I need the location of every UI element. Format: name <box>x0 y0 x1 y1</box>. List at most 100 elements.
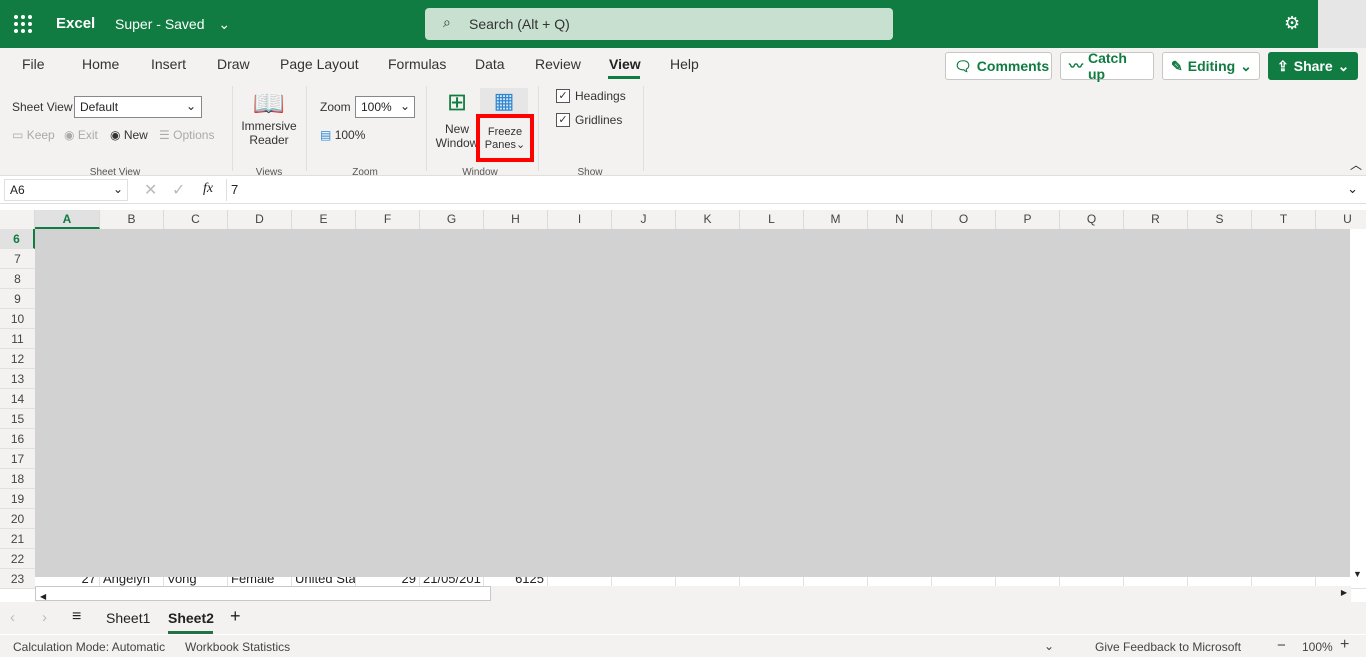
row-header-22[interactable]: 22 <box>0 549 35 569</box>
next-sheet-icon[interactable]: › <box>42 609 47 626</box>
freeze-panes-button[interactable]: Freeze Panes⌄ <box>476 114 534 162</box>
tab-data[interactable]: Data <box>475 56 505 72</box>
row-header-9[interactable]: 9 <box>0 289 35 309</box>
tab-file[interactable]: File <box>22 56 45 72</box>
row-header-8[interactable]: 8 <box>0 269 35 289</box>
row-header-14[interactable]: 14 <box>0 389 35 409</box>
column-header-A[interactable]: A <box>35 210 100 229</box>
zoom-in-icon[interactable]: + <box>1340 636 1349 654</box>
column-header-T[interactable]: T <box>1252 210 1316 229</box>
row-header-18[interactable]: 18 <box>0 469 35 489</box>
zoom-select[interactable]: 100% ⌄ <box>355 96 415 118</box>
formula-input[interactable]: 7 ⌄ <box>226 179 1364 201</box>
workbook-statistics[interactable]: Workbook Statistics <box>185 640 290 654</box>
zoom-out-icon[interactable]: − <box>1277 637 1286 654</box>
tab-formulas[interactable]: Formulas <box>388 56 446 72</box>
prev-sheet-icon[interactable]: ‹ <box>10 609 15 626</box>
vertical-scrollbar[interactable]: ▼ <box>1350 229 1366 586</box>
column-header-J[interactable]: J <box>612 210 676 229</box>
app-launcher-icon[interactable] <box>14 15 32 33</box>
tab-draw[interactable]: Draw <box>217 56 250 72</box>
search-input[interactable]: ⌕ Search (Alt + Q) <box>425 8 893 40</box>
app-name[interactable]: Excel <box>56 15 95 32</box>
doc-title[interactable]: Super - Saved ⌄ <box>115 16 230 33</box>
tab-view[interactable]: View <box>609 56 641 72</box>
column-header-O[interactable]: O <box>932 210 996 229</box>
row-header-13[interactable]: 13 <box>0 369 35 389</box>
tab-home[interactable]: Home <box>82 56 119 72</box>
column-header-B[interactable]: B <box>100 210 164 229</box>
chevron-down-icon[interactable]: ⌄ <box>1044 639 1054 653</box>
row-header-17[interactable]: 17 <box>0 449 35 469</box>
options-button[interactable]: ☰ Options <box>159 128 214 142</box>
exit-button[interactable]: ◉ Exit <box>64 128 98 142</box>
scroll-left-icon[interactable]: ◀ <box>36 592 46 601</box>
catch-up-button[interactable]: 〰 Catch up <box>1060 50 1154 82</box>
cancel-icon[interactable]: ✕ <box>144 180 157 200</box>
sheet-tab-sheet1[interactable]: Sheet1 <box>106 610 150 626</box>
immersive-reader-button[interactable]: 📖 Immersive Reader <box>238 88 300 147</box>
row-header-15[interactable]: 15 <box>0 409 35 429</box>
editing-button[interactable]: ✎ Editing ⌄ <box>1162 52 1260 80</box>
add-sheet-icon[interactable]: + <box>230 606 241 627</box>
row-header-23[interactable]: 23 <box>0 569 35 589</box>
column-header-N[interactable]: N <box>868 210 932 229</box>
label: Immersive <box>241 119 297 133</box>
tab-page-layout[interactable]: Page Layout <box>280 56 359 72</box>
row-header-10[interactable]: 10 <box>0 309 35 329</box>
new-sheet-view-button[interactable]: ◉ New <box>110 128 148 142</box>
keep-button[interactable]: ▭ Keep <box>12 128 55 142</box>
column-header-E[interactable]: E <box>292 210 356 229</box>
all-sheets-icon[interactable]: ≡ <box>72 608 81 626</box>
collapse-ribbon-icon[interactable]: ︿ <box>1350 156 1362 173</box>
new-window-button[interactable]: ⊞ New Window <box>434 88 480 150</box>
calculation-mode[interactable]: Calculation Mode: Automatic <box>13 640 165 654</box>
row-header-19[interactable]: 19 <box>0 489 35 509</box>
row-header-21[interactable]: 21 <box>0 529 35 549</box>
row-header-7[interactable]: 7 <box>0 249 35 269</box>
scrollbar-thumb[interactable]: ◀ <box>35 586 491 601</box>
zoom-100-button[interactable]: ▤ 100% <box>320 128 365 142</box>
column-header-K[interactable]: K <box>676 210 740 229</box>
gear-icon[interactable]: ⚙ <box>1284 13 1300 34</box>
sheet-view-label: Sheet View <box>12 100 73 114</box>
tab-insert[interactable]: Insert <box>151 56 186 72</box>
divider <box>232 86 233 171</box>
comments-button[interactable]: 🗨 Comments <box>945 52 1052 80</box>
column-header-C[interactable]: C <box>164 210 228 229</box>
column-header-L[interactable]: L <box>740 210 804 229</box>
sheet-view-select[interactable]: Default ⌄ <box>74 96 202 118</box>
column-header-F[interactable]: F <box>356 210 420 229</box>
select-all-corner[interactable] <box>0 210 35 229</box>
feedback-link[interactable]: Give Feedback to Microsoft <box>1095 640 1241 654</box>
column-header-U[interactable]: U <box>1316 210 1366 229</box>
column-header-S[interactable]: S <box>1188 210 1252 229</box>
row-header-12[interactable]: 12 <box>0 349 35 369</box>
share-button[interactable]: ⇪ Share ⌄ <box>1268 52 1358 80</box>
column-header-H[interactable]: H <box>484 210 548 229</box>
column-header-M[interactable]: M <box>804 210 868 229</box>
column-header-D[interactable]: D <box>228 210 292 229</box>
account-area[interactable] <box>1318 0 1366 48</box>
row-header-11[interactable]: 11 <box>0 329 35 349</box>
column-header-R[interactable]: R <box>1124 210 1188 229</box>
sheet-tab-sheet2[interactable]: Sheet2 <box>168 610 214 626</box>
name-box[interactable]: A6 ⌄ <box>4 179 128 201</box>
function-icon[interactable]: fx <box>203 181 213 197</box>
column-header-P[interactable]: P <box>996 210 1060 229</box>
row-header-16[interactable]: 16 <box>0 429 35 449</box>
zoom-level[interactable]: 100% <box>1302 640 1333 654</box>
gridlines-checkbox[interactable]: ✓ Gridlines <box>556 113 622 127</box>
horizontal-scrollbar[interactable]: ◀ ▶ <box>35 586 1351 602</box>
tab-review[interactable]: Review <box>535 56 581 72</box>
row-header-20[interactable]: 20 <box>0 509 35 529</box>
tab-help[interactable]: Help <box>670 56 699 72</box>
row-header-6[interactable]: 6 <box>0 229 35 249</box>
column-header-G[interactable]: G <box>420 210 484 229</box>
chevron-down-icon: ⌄ <box>1337 57 1350 74</box>
headings-checkbox[interactable]: ✓ Headings <box>556 89 626 103</box>
enter-icon[interactable]: ✓ <box>172 180 185 200</box>
column-header-I[interactable]: I <box>548 210 612 229</box>
column-header-Q[interactable]: Q <box>1060 210 1124 229</box>
scroll-right-icon[interactable]: ▶ <box>1341 588 1347 597</box>
